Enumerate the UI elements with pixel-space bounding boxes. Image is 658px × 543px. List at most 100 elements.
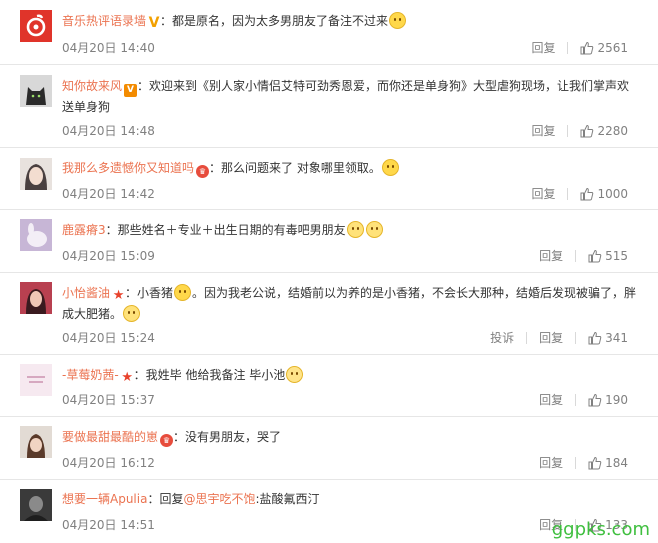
comment-body: ：欢迎来到《别人家小情侣艾特可劲秀恩爱，而你还是单身狗》大型虐狗现场，让我们掌声… xyxy=(62,79,630,114)
comment-username[interactable]: 鹿露瘠3 xyxy=(62,223,106,237)
comment-body: ：小香猪 xyxy=(125,286,174,300)
comment-item: 知你故来风 V ：欢迎来到《别人家小情侣艾特可劲秀恩爱，而你还是单身狗》大型虐狗现场… xyxy=(0,65,658,148)
like-button[interactable]: 184 xyxy=(588,456,628,470)
like-button[interactable]: 341 xyxy=(588,331,628,345)
divider xyxy=(567,124,569,137)
grin-emoji-icon xyxy=(389,12,407,29)
comment-item: 鹿露瘠3：那些姓名＋专业＋出生日期的有毒吧男朋友 04月20日 15:09 回复… xyxy=(0,210,658,273)
comment-actions: 回复 2280 xyxy=(531,122,628,139)
avatar[interactable] xyxy=(20,75,52,107)
report-button[interactable]: 投诉 xyxy=(490,329,514,346)
comment-time: 04月20日 15:24 xyxy=(62,331,155,345)
woman-avatar-icon xyxy=(20,282,52,314)
like-count: 1000 xyxy=(597,186,628,201)
comment-time: 04月20日 14:48 xyxy=(62,124,155,138)
like-count: 2280 xyxy=(597,123,628,138)
like-count: 190 xyxy=(605,392,628,407)
comment-username[interactable]: 知你故来风 xyxy=(62,79,122,93)
comment-username[interactable]: 想要一辆Apulia xyxy=(62,492,147,506)
comment-username[interactable]: 音乐热评语录墙 xyxy=(62,14,146,28)
divider xyxy=(575,331,577,344)
comment-time: 04月20日 14:40 xyxy=(62,41,155,55)
star-badge-icon: ★ xyxy=(112,288,125,303)
reply-button[interactable]: 回复 xyxy=(539,247,563,264)
thumbs-up-icon xyxy=(588,456,602,469)
reply-button[interactable]: 回复 xyxy=(539,454,563,471)
avatar[interactable] xyxy=(20,282,52,314)
verified-v-icon: V xyxy=(148,15,160,31)
comment-time: 04月20日 14:51 xyxy=(62,518,155,532)
sweat-emoji-icon xyxy=(381,159,399,176)
comment-time: 04月20日 16:12 xyxy=(62,456,155,470)
pink-text-avatar-icon xyxy=(20,364,52,396)
mention-link[interactable]: @思宇吃不饱 xyxy=(183,492,255,506)
thumbs-up-icon xyxy=(580,41,594,54)
comment-body: ：那么问题来了 对象哪里领取。 xyxy=(209,161,381,175)
thumbs-up-icon xyxy=(588,249,602,262)
divider xyxy=(575,393,577,406)
like-count: 184 xyxy=(605,455,628,470)
comment-username[interactable]: 我那么多遗憾你又知道吗 xyxy=(62,161,194,175)
like-button[interactable]: 2561 xyxy=(580,41,628,55)
comment-body: ：回复 xyxy=(147,492,184,506)
divider xyxy=(526,331,528,344)
divider xyxy=(575,456,577,469)
comment-text: -草莓奶茜- ★：我姓毕 他给我备注 毕小池 xyxy=(62,365,638,386)
comment-body: ：我姓毕 他给我备注 毕小池 xyxy=(133,368,286,382)
comment-item: 我那么多遗憾你又知道吗 ♛ ：那么问题来了 对象哪里领取。 04月20日 14:42… xyxy=(0,148,658,210)
comment-actions: 回复 1000 xyxy=(531,185,628,202)
like-count: 341 xyxy=(605,330,628,345)
comment-username[interactable]: 要做最甜最酷的崽 xyxy=(62,430,158,444)
like-button[interactable]: 1000 xyxy=(580,187,628,201)
comment-text: 我那么多遗憾你又知道吗 ♛ ：那么问题来了 对象哪里领取。 xyxy=(62,158,638,179)
comment-time: 04月20日 14:42 xyxy=(62,187,155,201)
thumbs-up-icon xyxy=(580,187,594,200)
like-count: 2561 xyxy=(597,40,628,55)
divider xyxy=(567,187,569,200)
crown-badge-icon: ♛ xyxy=(196,165,210,178)
thumbs-up-icon xyxy=(588,331,602,344)
reply-button[interactable]: 回复 xyxy=(531,185,555,202)
like-count: 515 xyxy=(605,248,628,263)
comment-text: 知你故来风 V ：欢迎来到《别人家小情侣艾特可劲秀恩爱，而你还是单身狗》大型虐狗现场… xyxy=(62,76,638,118)
comment-text: 音乐热评语录墙 V：都是原名，因为太多男朋友了备注不过来 xyxy=(62,11,638,32)
comment-text: 鹿露瘠3：那些姓名＋专业＋出生日期的有毒吧男朋友 xyxy=(62,220,638,241)
comment-actions: 回复 2561 xyxy=(531,39,628,56)
avatar[interactable] xyxy=(20,219,52,251)
reply-button[interactable]: 回复 xyxy=(531,39,555,56)
like-button[interactable]: 190 xyxy=(588,393,628,407)
comment-text: 小怡酱油 ★：小香猪 。因为我老公说，结婚前以为养的是小香猪，不会长大那种，结婚后发… xyxy=(62,283,638,325)
reply-button[interactable]: 回复 xyxy=(531,122,555,139)
comment-actions: 回复 190 xyxy=(539,391,628,408)
star-badge-icon: ★ xyxy=(121,370,133,385)
child-avatar-icon xyxy=(20,426,52,458)
thumbs-up-icon xyxy=(580,124,594,137)
cat-avatar-icon xyxy=(20,75,52,107)
comment-body: ：都是原名，因为太多男朋友了备注不过来 xyxy=(160,14,389,28)
divider xyxy=(575,249,577,262)
smile-emoji-icon xyxy=(174,284,192,301)
avatar[interactable] xyxy=(20,158,52,190)
watermark: ggpks.com xyxy=(551,519,650,540)
comment-item: 音乐热评语录墙 V：都是原名，因为太多男朋友了备注不过来 04月20日 14:40… xyxy=(0,0,658,65)
reply-button[interactable]: 回复 xyxy=(539,329,563,346)
comment-item: 要做最甜最酷的崽 ♛ ：没有男朋友，哭了 04月20日 16:12 回复 184 xyxy=(0,417,658,480)
comment-username[interactable]: 小怡酱油 xyxy=(62,286,110,300)
comment-body: ：那些姓名＋专业＋出生日期的有毒吧男朋友 xyxy=(105,223,346,237)
comment-username[interactable]: -草莓奶茜- xyxy=(62,368,119,382)
girl-avatar-icon xyxy=(20,158,52,190)
avatar[interactable] xyxy=(20,426,52,458)
avatar[interactable] xyxy=(20,489,52,521)
like-button[interactable]: 2280 xyxy=(580,124,628,138)
comment-actions: 投诉 回复 341 xyxy=(490,329,628,346)
avatar[interactable] xyxy=(20,364,52,396)
reply-button[interactable]: 回复 xyxy=(539,391,563,408)
crown-badge-icon: ♛ xyxy=(160,434,174,447)
netease-music-logo-icon xyxy=(20,10,52,42)
laugh-cry-emoji-icon xyxy=(123,305,141,322)
avatar[interactable] xyxy=(20,10,52,42)
divider xyxy=(567,41,569,54)
like-button[interactable]: 515 xyxy=(588,249,628,263)
comment-actions: 回复 515 xyxy=(539,247,628,264)
bunny-avatar-icon xyxy=(20,219,52,251)
